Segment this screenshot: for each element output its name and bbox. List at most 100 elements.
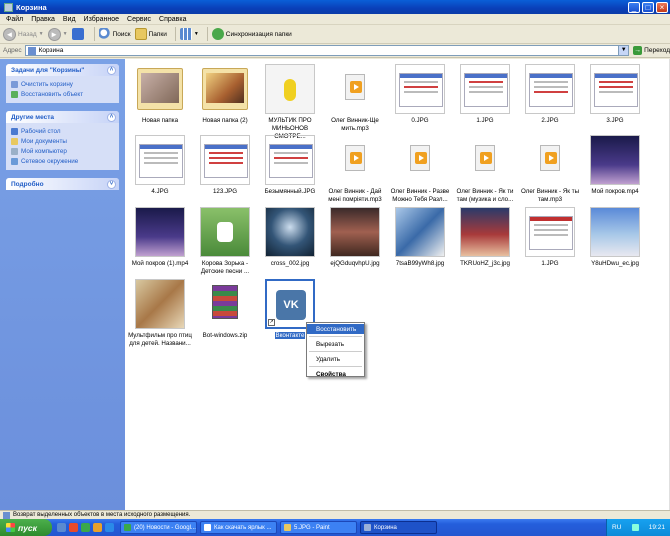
desktop-link[interactable]: Рабочий стол bbox=[11, 126, 114, 136]
tray-icon[interactable] bbox=[631, 524, 639, 531]
close-button[interactable]: × bbox=[656, 1, 668, 13]
documents-folder-icon bbox=[11, 137, 18, 145]
media-file-icon bbox=[345, 74, 365, 100]
file-item[interactable]: Мой покров.mp4 bbox=[582, 135, 648, 196]
video-thumbnail bbox=[135, 207, 185, 257]
vk-logo-icon: VK bbox=[276, 290, 306, 320]
file-item[interactable]: 0.JPG bbox=[387, 64, 453, 125]
skype-icon[interactable] bbox=[105, 523, 114, 532]
panel-recycle-tasks: Задачи для "Корзины" ˄ Очистить корзину … bbox=[6, 64, 119, 103]
file-item[interactable]: МУЛЬТИК ПРО МИНЬОНОВ СМОТРЕ... bbox=[257, 64, 323, 141]
computer-icon bbox=[11, 147, 18, 155]
empty-recycle-bin-link[interactable]: Очистить корзину bbox=[11, 79, 114, 89]
menu-separator bbox=[309, 366, 362, 367]
chrome-icon[interactable] bbox=[81, 523, 90, 532]
file-item[interactable]: 2.JPG bbox=[517, 64, 583, 125]
menu-item-restore[interactable]: Восстановить bbox=[307, 324, 364, 334]
file-item[interactable]: Олег Винник - Дай мені помріяти.mp3 bbox=[322, 135, 388, 204]
expand-chevron-icon[interactable]: ˅ bbox=[107, 179, 116, 189]
file-item[interactable]: Корова Зорька - Детские песни ... bbox=[192, 207, 258, 276]
status-icon bbox=[3, 511, 10, 519]
start-button[interactable]: пуск bbox=[0, 519, 52, 536]
collapse-chevron-icon[interactable]: ˄ bbox=[107, 65, 116, 75]
file-item[interactable]: ejQGduqvhpU.jpg bbox=[322, 207, 388, 268]
file-item[interactable]: 3.JPG bbox=[582, 64, 648, 125]
restore-item-link[interactable]: Восстановить объект bbox=[11, 89, 114, 99]
winrar-archive-icon bbox=[212, 285, 238, 319]
address-dropdown-button[interactable]: ▼ bbox=[618, 46, 629, 55]
menu-tools[interactable]: Сервис bbox=[123, 16, 155, 23]
file-item[interactable]: TKRUoHZ_j3c.jpg bbox=[452, 207, 518, 268]
panel-header[interactable]: Другие места ˄ bbox=[6, 111, 119, 123]
menu-edit[interactable]: Правка bbox=[27, 16, 59, 23]
menu-help[interactable]: Справка bbox=[155, 16, 190, 23]
file-item[interactable]: Мой покров (1).mp4 bbox=[127, 207, 193, 268]
recycle-bin-icon bbox=[364, 524, 371, 531]
language-indicator[interactable]: RU bbox=[612, 524, 621, 531]
file-item[interactable]: Новая папка (2) bbox=[192, 64, 258, 125]
file-item[interactable]: Новая папка bbox=[127, 64, 193, 125]
toolbar-separator bbox=[93, 27, 95, 41]
taskbar-item-paint[interactable]: 5.JPG - Paint bbox=[280, 521, 357, 534]
audio-file-thumbnail bbox=[525, 135, 575, 185]
context-menu: Восстановить Вырезать Удалить Свойства bbox=[306, 322, 365, 379]
folder-thumbnail bbox=[135, 64, 185, 114]
sync-button[interactable]: Синхронизация папки bbox=[211, 28, 292, 40]
taskbar-item-recycle-bin[interactable]: Корзина bbox=[360, 521, 437, 534]
folders-button[interactable]: Папки bbox=[134, 28, 167, 40]
my-computer-link[interactable]: Мой компьютер bbox=[11, 146, 114, 156]
media-player-icon[interactable] bbox=[93, 523, 102, 532]
taskbar-item-chrome[interactable]: (20) Новости - Googl... bbox=[120, 521, 197, 534]
menu-favorites[interactable]: Избранное bbox=[80, 16, 123, 23]
file-item[interactable]: Олег Винник - Як ты там.mp3 bbox=[517, 135, 583, 204]
image-thumbnail bbox=[525, 207, 575, 257]
network-places-link[interactable]: Сетевое окружение bbox=[11, 156, 114, 166]
windows-logo-icon bbox=[6, 523, 15, 532]
menu-item-properties[interactable]: Свойства bbox=[307, 369, 364, 379]
file-item[interactable]: 4.JPG bbox=[127, 135, 193, 196]
image-thumbnail bbox=[460, 207, 510, 257]
back-button[interactable]: ◄ Назад ▼ bbox=[3, 27, 44, 41]
collapse-chevron-icon[interactable]: ˄ bbox=[107, 112, 116, 122]
forward-button[interactable]: ► ▼ bbox=[47, 27, 68, 41]
file-item[interactable]: 1.JPG bbox=[452, 64, 518, 125]
panel-header[interactable]: Подробно ˅ bbox=[6, 178, 119, 190]
file-item[interactable]: Y8uHDwu_ec.jpg bbox=[582, 207, 648, 268]
file-item[interactable]: Олег Винник-Ще мить.mp3 bbox=[322, 64, 388, 133]
panel-header[interactable]: Задачи для "Корзины" ˄ bbox=[6, 64, 119, 76]
file-item[interactable]: cross_002.jpg bbox=[257, 207, 323, 268]
file-item[interactable]: Мультфильм про птиц для детей. Названи..… bbox=[127, 279, 193, 348]
taskbar: пуск (20) Новости - Googl... Как скачать… bbox=[0, 519, 670, 536]
image-thumbnail bbox=[590, 64, 640, 114]
menu-item-delete[interactable]: Удалить bbox=[307, 354, 364, 364]
media-file-icon bbox=[345, 145, 365, 171]
go-button[interactable]: → Переход bbox=[633, 46, 670, 55]
menu-file[interactable]: Файл bbox=[2, 16, 27, 23]
file-item[interactable]: 1.JPG bbox=[517, 207, 583, 268]
up-button[interactable] bbox=[71, 28, 86, 40]
paint-icon bbox=[284, 524, 291, 531]
file-item[interactable]: Олег Винник - Разве Можно Тебя Разл... bbox=[387, 135, 453, 204]
search-button[interactable]: Поиск bbox=[98, 28, 131, 40]
file-item[interactable]: Bot-windows.zip bbox=[192, 279, 258, 340]
my-documents-link[interactable]: Мои документы bbox=[11, 136, 114, 146]
maximize-button[interactable]: □ bbox=[642, 1, 654, 13]
menu-item-cut[interactable]: Вырезать bbox=[307, 339, 364, 349]
menu-view[interactable]: Вид bbox=[59, 16, 80, 23]
file-item[interactable]: Олег Винник - Як ти там (музика и сло... bbox=[452, 135, 518, 204]
shortcut-arrow-icon: ↗ bbox=[268, 319, 275, 326]
clock[interactable]: 19:21 bbox=[649, 524, 665, 531]
views-button[interactable]: ▼ bbox=[179, 28, 199, 40]
toolbar-separator bbox=[206, 27, 208, 41]
minimize-button[interactable]: _ bbox=[628, 1, 640, 13]
file-item[interactable]: 123.JPG bbox=[192, 135, 258, 196]
file-item[interactable]: 7tsaB99yWh8.jpg bbox=[387, 207, 453, 268]
file-item[interactable]: Безымянный.JPG bbox=[257, 135, 323, 196]
taskbar-item-page[interactable]: Как скачать ярлык ... bbox=[200, 521, 277, 534]
image-thumbnail bbox=[265, 135, 315, 185]
forward-arrow-icon: ► bbox=[47, 27, 61, 41]
address-field[interactable]: Корзина ▼ bbox=[24, 45, 630, 56]
menu-separator bbox=[309, 351, 362, 352]
opera-icon[interactable] bbox=[69, 523, 78, 532]
show-desktop-icon[interactable] bbox=[57, 523, 66, 532]
